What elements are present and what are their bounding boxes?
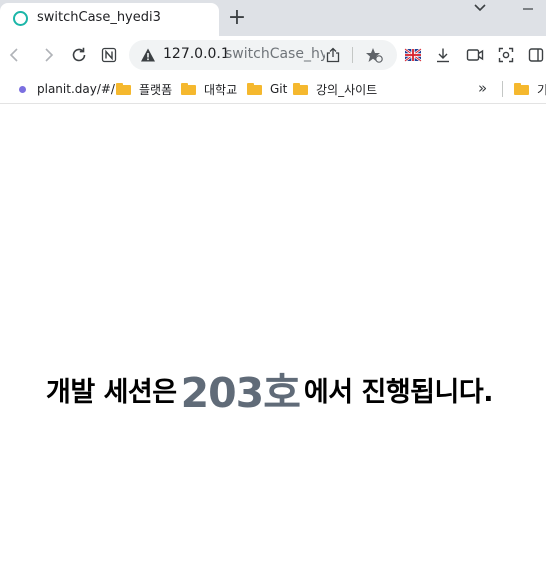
folder-icon bbox=[116, 83, 131, 95]
address-bar[interactable]: 127.0.0.1 switchCase_hyedi3 bbox=[129, 40, 397, 70]
notion-icon bbox=[101, 47, 117, 63]
url-path: switchCase_hyedi3 bbox=[225, 46, 325, 62]
session-location-message: 개발 세션은 203호 에서 진행됩니다. bbox=[46, 359, 493, 419]
share-icon[interactable] bbox=[325, 47, 341, 63]
screenshot-button[interactable] bbox=[495, 44, 517, 66]
tab-strip: switchCase_hyedi3 + bbox=[0, 0, 546, 36]
page-content: 개발 세션은 203호 에서 진행됩니다. bbox=[0, 105, 546, 570]
side-panel-button[interactable] bbox=[525, 44, 546, 66]
folder-icon bbox=[247, 83, 262, 95]
tab-title: switchCase_hyedi3 bbox=[37, 10, 161, 25]
tab-search-button[interactable] bbox=[470, 0, 490, 18]
browser-toolbar: 127.0.0.1 switchCase_hyedi3 bbox=[0, 36, 546, 74]
bookmark-label: Git bbox=[270, 82, 288, 96]
bookmark-planit[interactable]: planit.day/#/ bbox=[19, 80, 115, 98]
bookmark-label: planit.day/#/ bbox=[37, 82, 115, 96]
active-tab[interactable]: switchCase_hyedi3 bbox=[0, 3, 219, 36]
bookmark-label: 플랫폼 bbox=[139, 82, 173, 97]
media-button[interactable] bbox=[464, 44, 486, 66]
folder-icon bbox=[181, 83, 196, 95]
message-text-lead: 개발 세션은 bbox=[46, 376, 177, 408]
translate-extension-button[interactable] bbox=[402, 44, 424, 66]
folder-icon bbox=[293, 83, 308, 95]
planit-favicon-icon bbox=[19, 85, 26, 93]
page-favicon-icon bbox=[13, 11, 28, 26]
bookmark-folder-lecture-sites[interactable]: 강의_사이트 bbox=[293, 80, 377, 98]
bookmark-label: 대학교 bbox=[204, 82, 238, 97]
back-arrow-icon bbox=[9, 48, 18, 62]
side-panel-icon bbox=[528, 48, 544, 62]
url-host: 127.0.0.1 bbox=[163, 46, 230, 62]
video-camera-icon bbox=[466, 49, 484, 61]
bookmark-folder-university[interactable]: 대학교 bbox=[181, 80, 237, 98]
not-secure-warning-icon[interactable] bbox=[140, 47, 156, 63]
chevron-down-icon bbox=[474, 4, 486, 12]
uk-flag-icon bbox=[404, 48, 422, 62]
download-icon bbox=[437, 48, 449, 63]
omnibox-divider bbox=[352, 47, 353, 63]
bookmark-label: 기 bbox=[537, 82, 546, 97]
forward-arrow-icon bbox=[45, 48, 54, 62]
folder-icon bbox=[514, 83, 529, 95]
back-button[interactable] bbox=[4, 44, 26, 66]
notion-extension-button[interactable] bbox=[98, 44, 120, 66]
room-number: 203호 bbox=[180, 369, 301, 417]
bookmark-folder-platform[interactable]: 플랫폼 bbox=[116, 80, 172, 98]
more-bookmarks-button[interactable]: » bbox=[478, 79, 487, 97]
downloads-button[interactable] bbox=[432, 44, 454, 66]
bookmark-folder-other[interactable]: 기 bbox=[514, 80, 546, 98]
reload-button[interactable] bbox=[68, 44, 90, 66]
bookmark-folder-git[interactable]: Git bbox=[247, 80, 287, 98]
bookmarks-bar: planit.day/#/ 플랫폼 대학교 Git 강의_사이트 » 기 bbox=[0, 74, 546, 104]
reload-icon bbox=[72, 47, 86, 62]
bookmark-label: 강의_사이트 bbox=[316, 82, 378, 97]
minimize-window-button[interactable] bbox=[516, 0, 540, 18]
message-text-tail: 에서 진행됩니다. bbox=[303, 376, 494, 408]
bookmarks-divider bbox=[502, 81, 503, 97]
screenshot-icon bbox=[498, 47, 514, 63]
forward-button[interactable] bbox=[37, 44, 59, 66]
minimize-icon bbox=[523, 8, 533, 10]
bookmark-star-icon[interactable] bbox=[365, 47, 383, 63]
new-tab-button[interactable]: + bbox=[226, 6, 248, 30]
